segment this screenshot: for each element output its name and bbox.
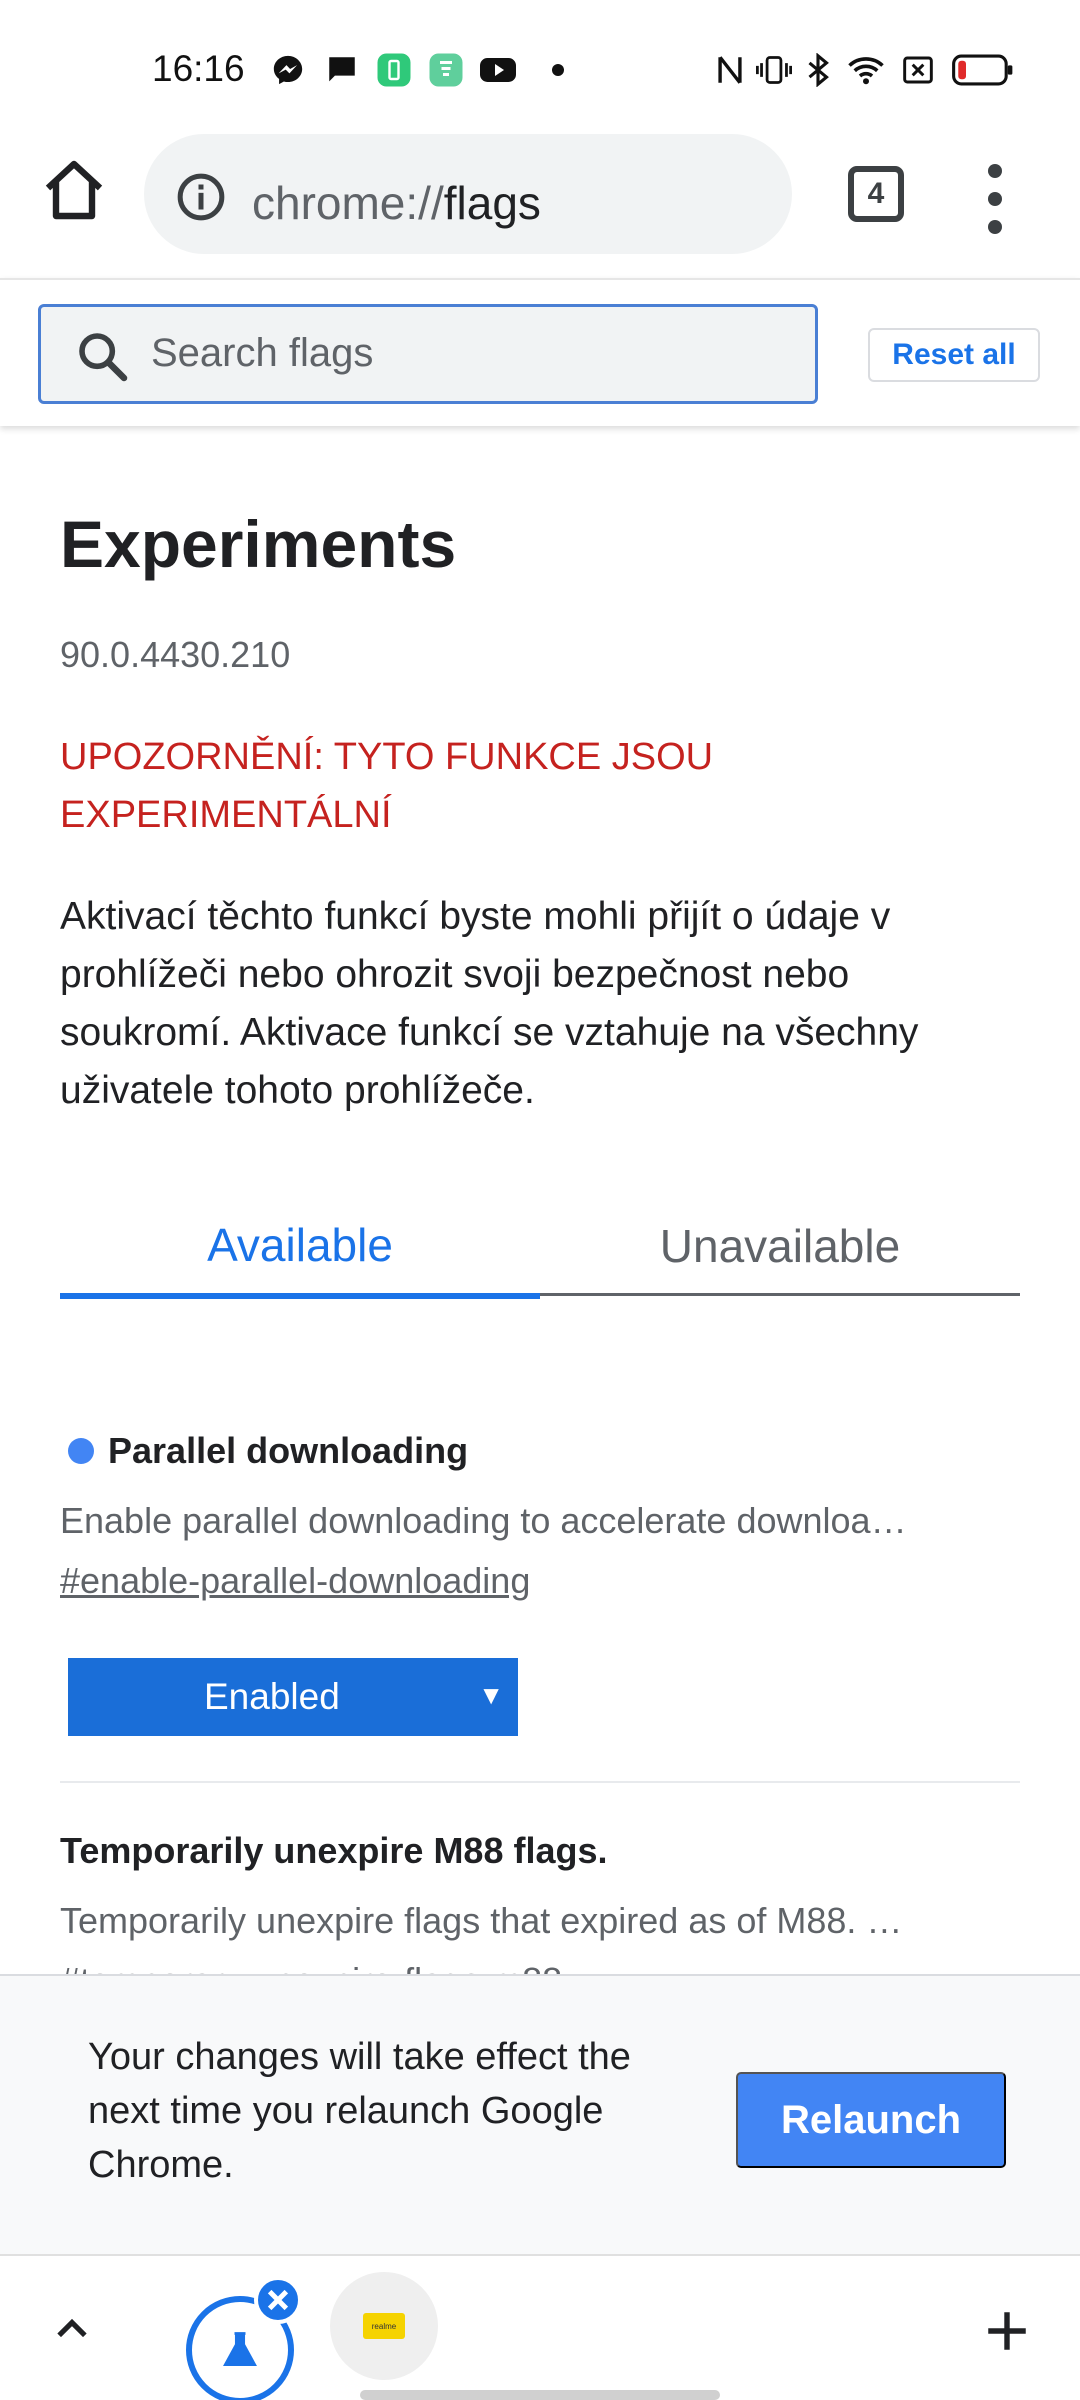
flask-icon [223,2332,257,2367]
menu-dot [988,192,1002,206]
flag-description: Enable parallel downloading to accelerat… [60,1500,907,1541]
relaunch-button[interactable]: Relaunch [736,2072,1006,2168]
relaunch-message: Your changes will take effect the next t… [88,2036,631,2186]
wifi-icon [848,52,884,88]
flag-state-select[interactable]: Enabled ▼ [68,1658,518,1736]
battery-low-icon [952,52,1014,88]
flag-link[interactable]: #enable-parallel-downloading [60,1560,1020,1602]
tab-available[interactable]: Available [60,1196,540,1299]
browser-toolbar: chrome://flags 4 [0,120,1080,278]
gesture-bar [360,2390,720,2400]
new-tab-button[interactable] [982,2306,1032,2356]
tab-unavailable[interactable]: Unavailable [540,1196,1020,1296]
reset-all-button[interactable]: Reset all [868,328,1040,382]
flag-title: Temporarily unexpire M88 flags. [60,1830,608,1871]
no-sim-icon [900,52,936,88]
flag-title: Parallel downloading [108,1430,469,1471]
vibrate-icon [756,52,792,88]
url-text[interactable]: chrome://flags [252,176,541,230]
home-icon [45,160,103,220]
flag-item: Parallel downloading Enable parallel dow… [60,1430,1020,1736]
url-scheme: chrome:// [252,177,444,229]
menu-dot [988,164,1002,178]
green-app-icon-2 [428,52,464,88]
info-icon[interactable] [176,172,226,222]
chevron-up-icon[interactable] [50,2306,94,2350]
url-bar[interactable]: chrome://flags [144,134,792,254]
realme-logo: realme [363,2313,405,2339]
flag-state-value: Enabled [204,1676,340,1717]
version-text: 90.0.4430.210 [60,634,291,675]
green-app-icon [376,52,412,88]
dot-icon [540,52,576,88]
search-icon [75,329,131,385]
bottom-tab-strip: realme [0,2254,1080,2400]
menu-dot [988,220,1002,234]
description-text: Aktivací těchto funkcí byste mohli přijí… [60,895,919,1112]
message-icon [324,52,360,88]
bluetooth-icon [800,52,836,88]
warning-text: UPOZORNĚNÍ: TYTO FUNKCE JSOU EXPERIMENTÁ… [60,736,714,836]
divider [60,1781,1020,1783]
flags-header: Reset all [0,278,1080,426]
close-tab-icon[interactable] [254,2276,302,2324]
status-time: 16:16 [152,48,245,89]
plus-icon [988,2312,1026,2350]
tab-switcher-button[interactable]: 4 [848,166,904,222]
tab-bar: Available Unavailable [60,1196,1020,1299]
search-input[interactable] [151,331,791,376]
youtube-icon [480,52,516,88]
home-button[interactable] [40,158,108,232]
menu-button[interactable] [980,164,1010,234]
page-title: Experiments [60,507,457,581]
relaunch-bar: Your changes will take effect the next t… [0,1974,1080,2254]
messenger-icon [270,52,306,88]
modified-dot-icon [68,1438,94,1464]
dropdown-arrow-icon: ▼ [478,1680,504,1710]
status-bar: 16:16 [0,0,1080,120]
flag-description: Temporarily unexpire flags that expired … [60,1900,903,1941]
nfc-icon [712,52,748,88]
url-path: flags [443,177,541,229]
flag-title-row: Parallel downloading [60,1430,1020,1472]
tab-thumbnail[interactable]: realme [330,2272,438,2380]
search-box[interactable] [38,304,818,404]
